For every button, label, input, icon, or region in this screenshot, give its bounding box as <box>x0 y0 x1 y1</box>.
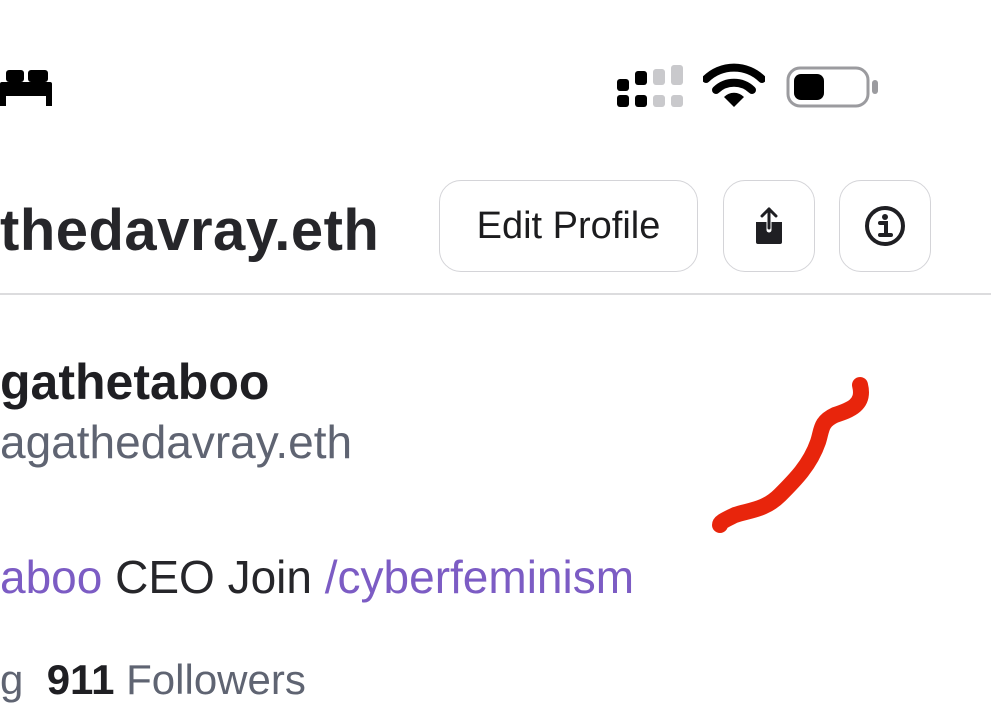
battery-icon <box>786 66 878 108</box>
profile-stats: g 911 Followers <box>0 650 306 710</box>
share-button[interactable] <box>723 180 815 272</box>
edit-profile-label: Edit Profile <box>476 204 661 247</box>
followers-label[interactable]: Followers <box>126 656 306 703</box>
info-icon <box>865 206 905 246</box>
bio-link-cyberfeminism[interactable]: /cyberfeminism <box>325 551 634 603</box>
edit-profile-button[interactable]: Edit Profile <box>439 180 698 272</box>
header-divider <box>0 293 991 295</box>
display-name: gathetaboo <box>0 354 270 410</box>
followers-count[interactable]: 911 <box>47 656 115 703</box>
username: agathedavray.eth <box>0 416 353 468</box>
profile-handle-title: thedavray.eth <box>0 198 380 263</box>
profile-bio: aboo CEO Join /cyberfeminism <box>0 547 634 607</box>
following-label-fragment[interactable]: g <box>0 656 23 703</box>
bio-link-channel[interactable]: aboo <box>0 551 102 603</box>
wifi-icon <box>703 63 765 107</box>
bio-text: CEO Join <box>102 551 325 603</box>
red-annotation-stroke <box>712 377 869 533</box>
share-icon <box>756 206 782 244</box>
bed-icon <box>0 70 52 106</box>
info-button[interactable] <box>839 180 931 272</box>
cellular-signal-icon <box>617 65 683 107</box>
